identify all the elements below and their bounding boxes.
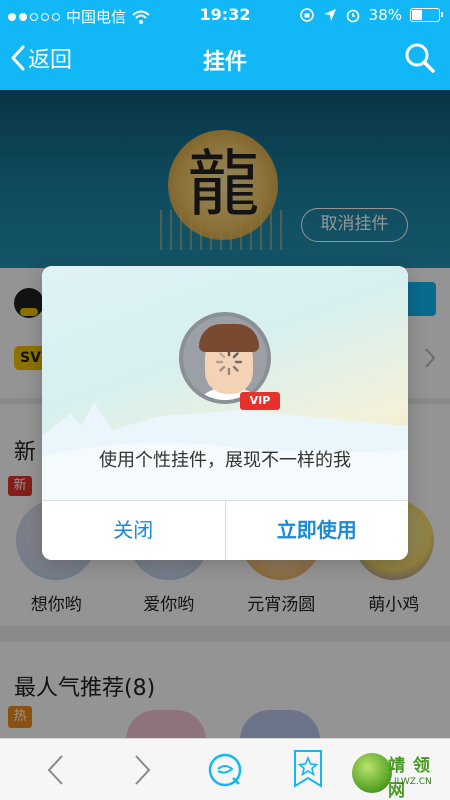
top-bar: 中国电信 19:32 38% 返回 挂件 bbox=[0, 0, 450, 90]
page-title: 挂件 bbox=[202, 50, 247, 75]
browser-forward-icon[interactable] bbox=[130, 753, 154, 787]
alarm-icon bbox=[346, 9, 359, 23]
loading-spinner-icon bbox=[215, 348, 243, 376]
status-bar: 中国电信 19:32 38% bbox=[0, 0, 450, 30]
dialog-buttons: 关闭 立即使用 bbox=[42, 500, 408, 560]
bookmark-star-icon[interactable] bbox=[292, 749, 324, 789]
qzone-icon[interactable] bbox=[206, 751, 244, 789]
user-avatar bbox=[179, 312, 271, 404]
nav-bar: 返回 挂件 bbox=[0, 30, 450, 90]
close-button[interactable]: 关闭 bbox=[42, 501, 225, 560]
battery-percent: 38% bbox=[368, 6, 402, 24]
vip-pendant-dialog: VIP 使用个性挂件，展现不一样的我 关闭 立即使用 bbox=[42, 266, 408, 560]
search-button[interactable] bbox=[404, 42, 436, 78]
vip-badge: VIP bbox=[240, 392, 280, 410]
watermark-logo: 靖 领 网 JLWZ.CN bbox=[348, 749, 448, 800]
bottom-toolbar: 靖 领 网 JLWZ.CN bbox=[0, 738, 450, 800]
status-right: 38% bbox=[299, 6, 443, 24]
dialog-message: 使用个性挂件，展现不一样的我 bbox=[99, 450, 351, 471]
use-now-button[interactable]: 立即使用 bbox=[224, 501, 409, 560]
location-icon bbox=[323, 9, 336, 21]
browser-back-icon[interactable] bbox=[44, 753, 68, 787]
watermark-name: 靖 领 网 bbox=[388, 756, 431, 800]
search-icon bbox=[405, 43, 435, 73]
watermark-url: JLWZ.CN bbox=[394, 777, 432, 787]
android-mascot-icon bbox=[352, 753, 392, 793]
battery-icon bbox=[410, 8, 443, 22]
rotation-lock-icon bbox=[299, 8, 314, 22]
